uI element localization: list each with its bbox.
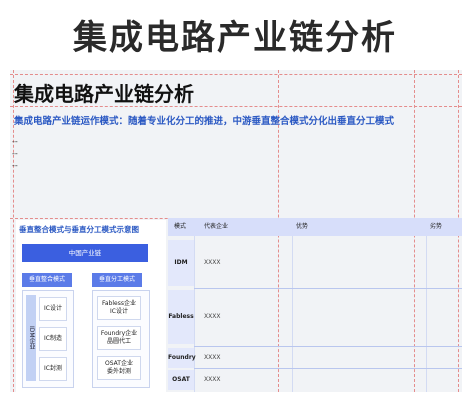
division-group: Fabless企业 IC设计 Foundry企业 晶圆代工 OSAT企业 委外封… [92, 290, 150, 388]
integrated-group: IDM企业 IC设计 IC制造 IC封测 [22, 290, 74, 388]
row-company-fabless: XXXX [204, 313, 221, 320]
row-label-foundry: Foundry [168, 348, 196, 368]
row-company-idm: XXXX [204, 259, 221, 266]
osat-name: OSAT企业 [105, 360, 133, 367]
row-divider [194, 368, 462, 369]
ic-packaging-box: IC封测 [39, 357, 67, 381]
integrated-mode-label: 垂直整合模式 [22, 273, 72, 287]
fabless-name: Fabless企业 [102, 300, 136, 307]
banner-title: 集成电路产业链分析 [73, 18, 397, 58]
fabless-role: IC设计 [110, 308, 128, 315]
foundry-name: Foundry企业 [100, 330, 138, 337]
bullet: -- [12, 137, 18, 146]
industry-chain-bar: 中国产业链 [22, 244, 148, 262]
diagram-title: 垂直整合模式与垂直分工模式示意图 [19, 225, 139, 234]
idm-label: IDM企业 [26, 295, 36, 381]
banner: 集成电路产业链分析 [0, 0, 470, 70]
slide: 集成电路产业链分析 集成电路产业链运作模式：随着专业化分工的推进，中游垂直整合模… [10, 70, 462, 392]
table-header: 模式 代表企业 优势 劣势 [168, 218, 462, 236]
osat-box: OSAT企业 委外封测 [97, 356, 141, 380]
ic-design-box: IC设计 [39, 297, 67, 321]
header-mode: 模式 [174, 223, 187, 230]
row-company-foundry: XXXX [204, 354, 221, 361]
mode-diagram: 垂直整合模式与垂直分工模式示意图 中国产业链 垂直整合模式 垂直分工模式 IDM… [16, 220, 166, 392]
ic-manufacture-box: IC制造 [39, 327, 67, 351]
row-label-osat: OSAT [168, 370, 194, 390]
bullet: -- [12, 149, 18, 158]
row-company-osat: XXXX [204, 376, 221, 383]
guide-line [10, 74, 462, 75]
header-disadvantage: 劣势 [430, 223, 443, 230]
division-mode-label: 垂直分工模式 [92, 273, 142, 287]
row-divider [194, 346, 462, 347]
row-label-idm: IDM [168, 240, 194, 286]
mode-comparison-table: 模式 代表企业 优势 劣势 IDM XXXX Fabless XXXX Foun… [168, 218, 462, 392]
header-advantage: 优势 [296, 223, 309, 230]
row-label-fabless: Fabless [168, 290, 194, 344]
foundry-role: 晶圆代工 [106, 338, 131, 345]
fabless-box: Fabless企业 IC设计 [97, 296, 141, 320]
slide-title: 集成电路产业链分析 [14, 82, 194, 106]
bullet: -- [12, 161, 18, 170]
header-company: 代表企业 [204, 223, 229, 230]
row-divider [194, 288, 462, 289]
foundry-box: Foundry企业 晶圆代工 [97, 326, 141, 350]
osat-role: 委外封测 [106, 368, 131, 375]
slide-subtitle: 集成电路产业链运作模式：随着专业化分工的推进，中游垂直整合模式分化出垂直分工模式 [14, 116, 395, 127]
